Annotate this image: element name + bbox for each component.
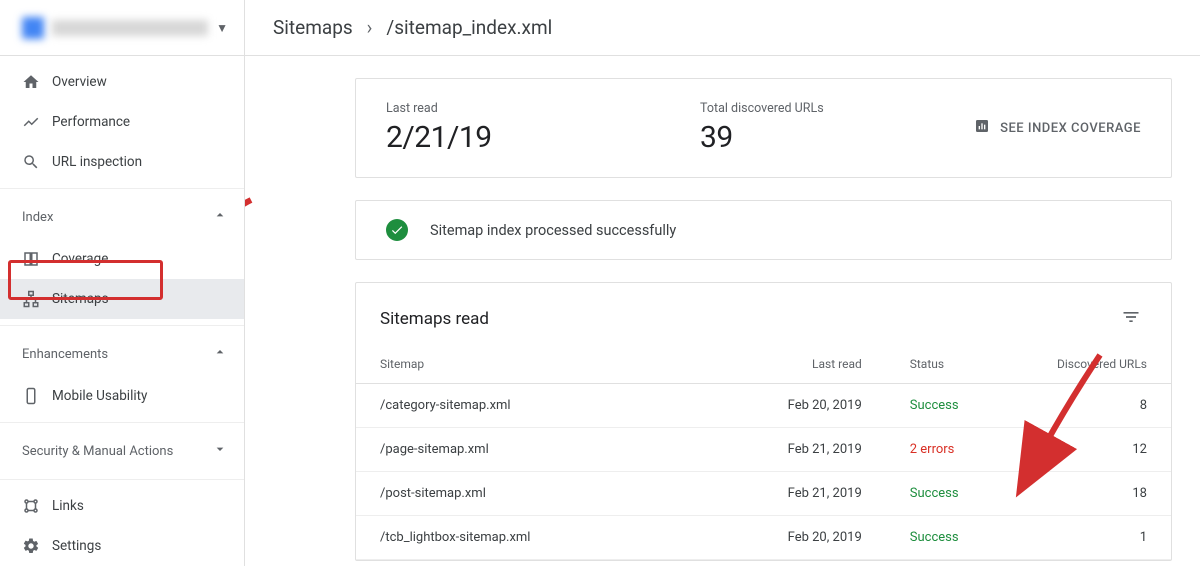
- table-row[interactable]: /tcb_lightbox-sitemap.xmlFeb 20, 2019Suc…: [356, 516, 1171, 560]
- table-row[interactable]: /category-sitemap.xmlFeb 20, 2019Success…: [356, 384, 1171, 428]
- see-index-coverage-button[interactable]: SEE INDEX COVERAGE: [974, 118, 1141, 138]
- col-header-last-read[interactable]: Last read: [764, 345, 886, 384]
- sidebar-item-url-inspection[interactable]: URL inspection: [0, 142, 244, 182]
- cell-last-read: Feb 20, 2019: [764, 384, 886, 428]
- breadcrumb-root[interactable]: Sitemaps: [273, 16, 353, 39]
- table-title: Sitemaps read: [380, 309, 489, 329]
- gear-icon: [22, 537, 52, 555]
- sidebar-item-label: Coverage: [52, 251, 108, 267]
- cell-sitemap: /page-sitemap.xml: [356, 428, 764, 472]
- sidebar-item-label: Mobile Usability: [52, 388, 147, 404]
- nav-section-index: Index Coverage Sitemaps: [0, 189, 244, 326]
- metric-last-read: Last read 2/21/19: [386, 101, 660, 155]
- button-label: SEE INDEX COVERAGE: [1000, 121, 1141, 136]
- filter-button[interactable]: [1115, 301, 1147, 337]
- chevron-up-icon: [212, 207, 228, 228]
- check-circle-icon: [386, 219, 408, 241]
- sidebar-item-performance[interactable]: Performance: [0, 102, 244, 142]
- sitemaps-table: Sitemap Last read Status Discovered URLs…: [356, 345, 1171, 560]
- sidebar-item-label: Performance: [52, 114, 130, 130]
- cell-sitemap: /tcb_lightbox-sitemap.xml: [356, 516, 764, 560]
- nav-header-label: Index: [22, 210, 53, 225]
- metric-total-urls: Total discovered URLs 39: [700, 101, 974, 155]
- sidebar-item-settings[interactable]: Settings: [0, 526, 244, 566]
- sidebar-item-overview[interactable]: Overview: [0, 62, 244, 102]
- cell-last-read: Feb 21, 2019: [764, 472, 886, 516]
- table-header: Sitemaps read: [356, 283, 1171, 345]
- cell-urls: 12: [1008, 428, 1171, 472]
- cell-urls: 8: [1008, 384, 1171, 428]
- sidebar-item-label: Settings: [52, 538, 101, 554]
- metric-label: Last read: [386, 101, 660, 116]
- links-icon: [22, 497, 52, 515]
- breadcrumb-separator-icon: ›: [367, 16, 373, 39]
- cell-urls: 1: [1008, 516, 1171, 560]
- property-icon: [22, 17, 44, 39]
- sidebar-item-coverage[interactable]: Coverage: [0, 239, 244, 279]
- cell-last-read: Feb 21, 2019: [764, 428, 886, 472]
- sidebar: ▼ Overview Performance URL inspection In…: [0, 0, 245, 566]
- annotation-arrow-1: [245, 190, 261, 290]
- sidebar-item-mobile-usability[interactable]: Mobile Usability: [0, 376, 244, 416]
- sitemap-icon: [22, 290, 52, 308]
- nav-header-label: Enhancements: [22, 347, 108, 362]
- nav-section-enhancements: Enhancements Mobile Usability: [0, 326, 244, 423]
- status-card: Sitemap index processed successfully: [355, 200, 1172, 260]
- nav-section-main: Overview Performance URL inspection: [0, 56, 244, 189]
- performance-icon: [22, 113, 52, 131]
- cell-status: Success: [886, 516, 1008, 560]
- cell-status: 2 errors: [886, 428, 1008, 472]
- sidebar-item-label: Sitemaps: [52, 291, 109, 307]
- cell-sitemap: /category-sitemap.xml: [356, 384, 764, 428]
- nav-header-enhancements[interactable]: Enhancements: [0, 332, 244, 376]
- home-icon: [22, 73, 52, 91]
- cell-status: Success: [886, 472, 1008, 516]
- nav-header-label: Security & Manual Actions: [22, 444, 173, 459]
- col-header-urls[interactable]: Discovered URLs: [1008, 345, 1171, 384]
- sidebar-item-label: URL inspection: [52, 154, 142, 170]
- nav-header-index[interactable]: Index: [0, 195, 244, 239]
- metric-label: Total discovered URLs: [700, 101, 974, 116]
- property-name-blurred: [52, 20, 208, 36]
- sidebar-item-sitemaps[interactable]: Sitemaps: [0, 279, 244, 319]
- metrics-card: Last read 2/21/19 Total discovered URLs …: [355, 78, 1172, 178]
- metric-value: 39: [700, 120, 974, 155]
- property-selector[interactable]: ▼: [0, 0, 244, 56]
- nav-section-security: Security & Manual Actions: [0, 423, 244, 480]
- cell-status: Success: [886, 384, 1008, 428]
- cell-sitemap: /post-sitemap.xml: [356, 472, 764, 516]
- search-icon: [22, 153, 52, 171]
- mobile-icon: [22, 387, 52, 405]
- col-header-sitemap[interactable]: Sitemap: [356, 345, 764, 384]
- nav-header-security[interactable]: Security & Manual Actions: [0, 429, 244, 473]
- nav-section-bottom: Links Settings: [0, 480, 244, 566]
- chevron-up-icon: [212, 344, 228, 365]
- caret-down-icon: ▼: [216, 21, 228, 35]
- cell-urls: 18: [1008, 472, 1171, 516]
- breadcrumb-current: /sitemap_index.xml: [386, 16, 552, 39]
- sidebar-item-label: Links: [52, 498, 84, 514]
- table-row[interactable]: /page-sitemap.xmlFeb 21, 20192 errors12: [356, 428, 1171, 472]
- cell-last-read: Feb 20, 2019: [764, 516, 886, 560]
- main-content: Sitemaps › /sitemap_index.xml Last read …: [245, 0, 1200, 566]
- sidebar-item-label: Overview: [52, 74, 107, 90]
- sitemaps-table-card: Sitemaps read Sitemap Last read Status D…: [355, 282, 1172, 561]
- sidebar-item-links[interactable]: Links: [0, 486, 244, 526]
- chevron-down-icon: [212, 441, 228, 462]
- bar-chart-icon: [974, 118, 990, 138]
- metric-value: 2/21/19: [386, 120, 660, 155]
- filter-icon: [1121, 307, 1141, 327]
- coverage-icon: [22, 250, 52, 268]
- breadcrumb: Sitemaps › /sitemap_index.xml: [245, 0, 1200, 56]
- col-header-status[interactable]: Status: [886, 345, 1008, 384]
- table-row[interactable]: /post-sitemap.xmlFeb 21, 2019Success18: [356, 472, 1171, 516]
- status-message: Sitemap index processed successfully: [430, 222, 676, 239]
